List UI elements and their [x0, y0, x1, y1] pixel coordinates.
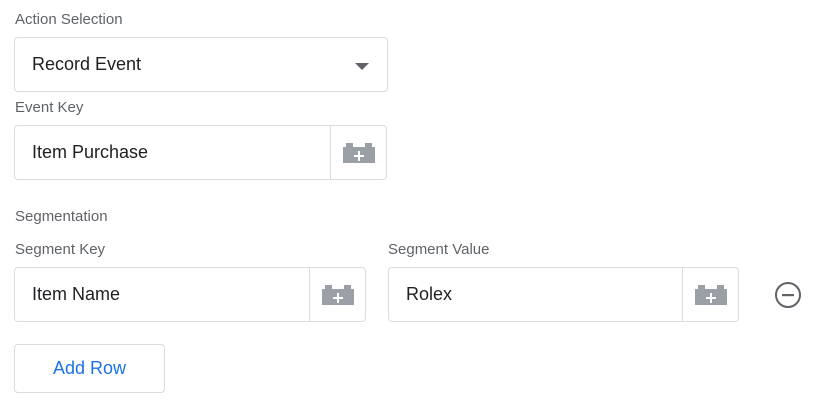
segment-key-input[interactable]: Item Name [15, 284, 309, 305]
event-key-label: Event Key [15, 99, 84, 116]
lego-brick-plus-icon [321, 284, 354, 305]
remove-row-button[interactable] [773, 280, 803, 310]
segment-value-variable-button[interactable] [682, 268, 738, 321]
event-key-variable-button[interactable] [330, 126, 386, 179]
segment-key-label: Segment Key [15, 241, 106, 258]
segment-value-field: Rolex [388, 267, 739, 322]
lego-brick-plus-icon [342, 142, 375, 163]
action-selection-label: Action Selection [15, 11, 123, 28]
action-selection-value: Record Event [32, 54, 142, 74]
segmentation-heading: Segmentation [15, 208, 108, 225]
segment-key-variable-button[interactable] [309, 268, 365, 321]
segment-value-label: Segment Value [388, 241, 490, 258]
action-selection-dropdown[interactable]: Record Event [14, 37, 388, 92]
event-key-input[interactable]: Item Purchase [15, 142, 330, 163]
minus-circle-icon [775, 282, 801, 308]
segment-value-input[interactable]: Rolex [389, 284, 682, 305]
chevron-down-icon [355, 63, 369, 70]
event-key-field: Item Purchase [14, 125, 387, 180]
add-row-button[interactable]: Add Row [14, 344, 165, 393]
segment-key-field: Item Name [14, 267, 366, 322]
lego-brick-plus-icon [694, 284, 727, 305]
